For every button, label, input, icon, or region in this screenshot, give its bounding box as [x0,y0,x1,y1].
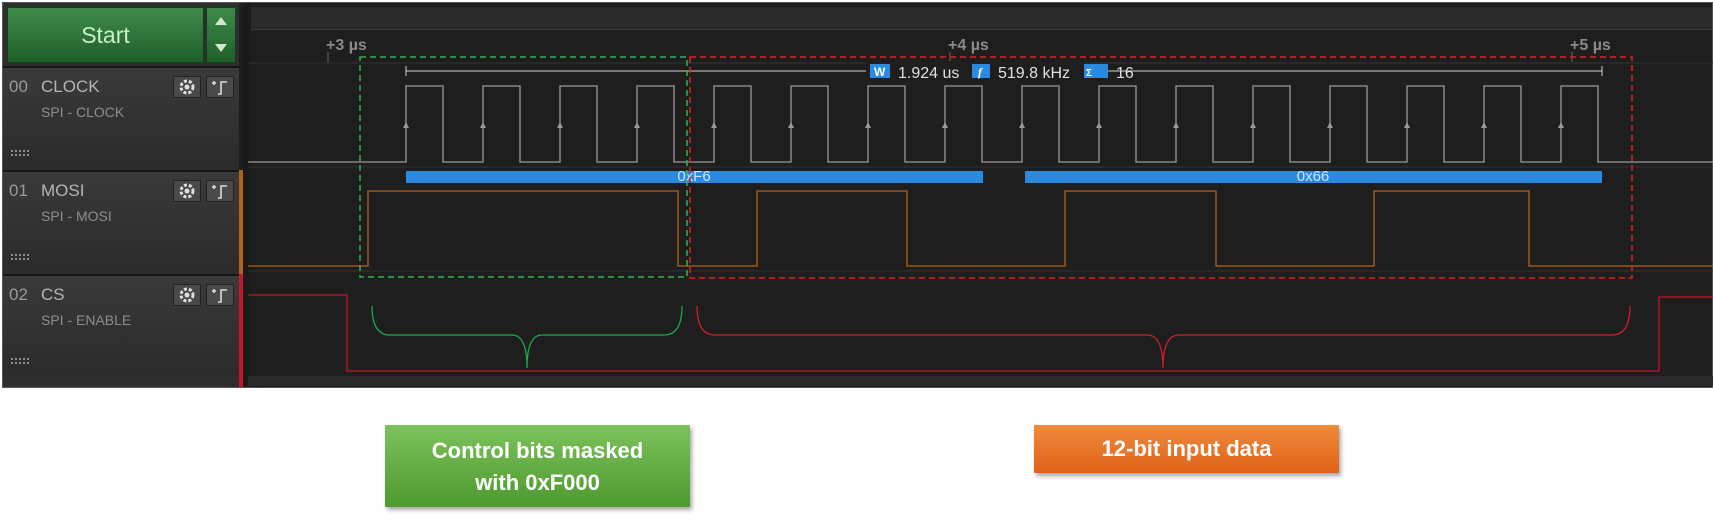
decoded-byte-label: 0xF6 [677,168,710,185]
decoded-byte-label: 0x66 [1297,168,1330,185]
control-bits-label-box: Control bits masked with 0xF000 [385,425,690,507]
rising-edge-marker [711,122,717,128]
rising-edge-marker [942,122,948,128]
rising-edge-marker [1250,122,1256,128]
input-data-label: 12-bit input data [1101,436,1272,461]
rising-edge-marker [1558,122,1564,128]
measurement-count: 16 [1116,65,1134,82]
svg-text:W: W [874,65,886,79]
measurement-width: 1.924 us [898,65,959,82]
mosi-waveform [248,190,1713,267]
width-icon: W [870,64,890,79]
rising-edge-marker [1404,122,1410,128]
time-tick-4us: +4 µs [948,37,989,54]
rising-edge-marker [1096,122,1102,128]
rising-edge-marker [1481,122,1487,128]
clock-waveform [248,85,1713,163]
rising-edge-marker [788,122,794,128]
measurement-bar[interactable]: W 1.924 us f 519.8 kHz Σ 16 [405,61,1603,82]
control-bits-label-line1: Control bits masked [431,438,644,463]
rising-edge-marker [1327,122,1333,128]
frequency-icon: f [972,64,990,79]
input-data-brace [696,305,1631,369]
rising-edge-marker [480,122,486,128]
bottom-scrollbar[interactable] [248,376,1713,386]
control-bits-brace [371,305,683,369]
rising-edge-marker [403,122,409,128]
rising-edge-marker [557,122,563,128]
time-tick-5us: +5 µs [1570,37,1611,54]
rising-edge-marker [1173,122,1179,128]
svg-text:Σ: Σ [1086,68,1092,79]
input-data-label-box: 12-bit input data [1034,425,1339,473]
rising-edge-marker [865,122,871,128]
rising-edge-marker [1019,122,1025,128]
control-bits-label-line2: with 0xF000 [475,470,600,495]
clock-edge-markers [403,122,1564,128]
measurement-frequency: 519.8 kHz [998,65,1070,82]
rising-edge-marker [634,122,640,128]
time-tick-3us: +3 µs [326,37,367,54]
cs-waveform [248,294,1713,372]
waveform-area: +3 µs +4 µs +5 µs W 1.924 us f 519.8 kHz… [248,37,1713,386]
edge-count-icon: Σ [1084,64,1108,79]
